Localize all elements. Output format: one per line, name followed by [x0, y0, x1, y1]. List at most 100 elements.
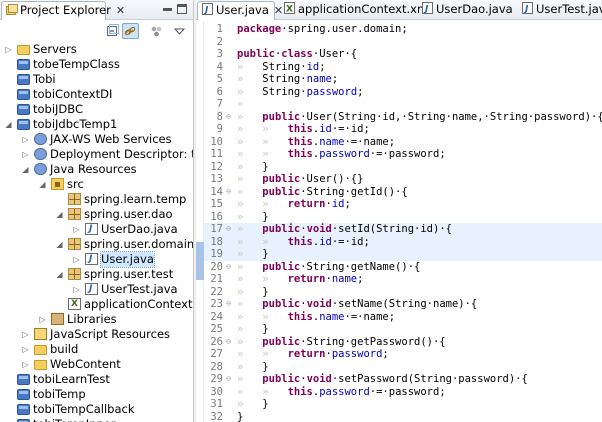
- tree-item[interactable]: tobiTemp: [0, 387, 193, 402]
- collapsed-twisty-icon[interactable]: ▷: [72, 252, 81, 267]
- tree-item[interactable]: ▷ Deployment Descriptor: tobiJdb: [0, 147, 193, 162]
- expanded-twisty-icon[interactable]: ◢: [55, 237, 64, 252]
- editor-left-ruler[interactable]: [196, 21, 204, 422]
- expanded-twisty-icon[interactable]: ◢: [55, 207, 64, 222]
- code-line[interactable]: 5 » String·name;: [204, 73, 602, 86]
- tree-item[interactable]: ◢ Java Resources: [0, 162, 193, 177]
- expanded-twisty-icon[interactable]: ◢: [38, 177, 47, 192]
- code-line[interactable]: 15 » » return·id;: [204, 198, 602, 211]
- tab-project-explorer[interactable]: Project Explorer ✕: [1, 1, 125, 20]
- code-line[interactable]: 10 » » this.name·=·name;: [204, 136, 602, 149]
- tab-usertest-java[interactable]: J UserTest.java: [518, 1, 602, 20]
- code-line[interactable]: 21 » » return·name;: [204, 273, 602, 286]
- code-line[interactable]: 1 package·spring.user.domain;: [204, 23, 602, 36]
- code-line[interactable]: 30 » » this.password·=·password;: [204, 386, 602, 399]
- tree-item[interactable]: ▷ Servers: [0, 42, 193, 57]
- code-line[interactable]: 12 » }: [204, 161, 602, 174]
- tree-item[interactable]: ◢ spring.user.test: [0, 267, 193, 282]
- tree-item[interactable]: ▷ UserTest.java: [0, 282, 193, 297]
- collapsed-twisty-icon[interactable]: ▷: [21, 147, 30, 162]
- fold-collapse-icon[interactable]: ⊖: [224, 186, 233, 199]
- view-menu-icon[interactable]: [171, 23, 188, 39]
- tree-item[interactable]: tobiLearnTest: [0, 372, 193, 387]
- tree-item[interactable]: tobiJDBC: [0, 102, 193, 117]
- code-line[interactable]: 6 » String·password;: [204, 86, 602, 99]
- code-line[interactable]: 2: [204, 36, 602, 49]
- tree-item[interactable]: ◢ src: [0, 177, 193, 192]
- code-line[interactable]: 14 ⊖ » public·String·getId()·{: [204, 186, 602, 199]
- tree-item[interactable]: tobiTempCallback: [0, 402, 193, 417]
- tree-item[interactable]: applicationContext.xml: [0, 297, 193, 312]
- tree-item[interactable]: ◢ spring.user.domain: [0, 237, 193, 252]
- code-line[interactable]: 17 ⊖ » public·void·setId(String·id)·{: [204, 223, 602, 236]
- collapsed-twisty-icon[interactable]: ▷: [21, 342, 30, 357]
- collapsed-twisty-icon[interactable]: ▷: [21, 327, 30, 342]
- code-line[interactable]: 4 » String·id;: [204, 61, 602, 74]
- fold-collapse-icon[interactable]: ⊖: [224, 298, 233, 311]
- tree-item[interactable]: ▷ JavaScript Resources: [0, 327, 193, 342]
- tree-item[interactable]: tobiContextDI: [0, 87, 193, 102]
- code-line[interactable]: 28 » }: [204, 361, 602, 374]
- expanded-twisty-icon[interactable]: ◢: [4, 117, 13, 132]
- code-line[interactable]: 32}: [204, 411, 602, 422]
- line-number: 25: [210, 323, 223, 335]
- code-line[interactable]: 23 ⊖ » public·void·setName(String·name)·{: [204, 298, 602, 311]
- code-line[interactable]: 8 ⊖ » public·User(String·id,·String·name,·…: [204, 111, 602, 124]
- fold-collapse-icon[interactable]: ⊖: [224, 223, 233, 236]
- code-area[interactable]: 1 package·spring.user.domain; 2 3 public·cla…: [204, 23, 602, 422]
- code-token: }: [262, 323, 269, 335]
- fold-collapse-icon[interactable]: ⊖: [224, 336, 233, 349]
- tab-application-context-xml[interactable]: X applicationContext.xml: [280, 1, 431, 20]
- fold-collapse-icon[interactable]: ⊖: [224, 373, 233, 386]
- tree-item[interactable]: ▷ UserDao.java: [0, 222, 193, 237]
- link-with-editor-icon[interactable]: [122, 23, 139, 39]
- expanded-twisty-icon[interactable]: ◢: [55, 267, 64, 282]
- code-line[interactable]: 11 » » this.password·=·password;: [204, 148, 602, 161]
- collapsed-twisty-icon[interactable]: ▷: [72, 282, 81, 297]
- tree-item[interactable]: spring.learn.temp: [0, 192, 193, 207]
- code-line[interactable]: 13 » public·User()·{}: [204, 173, 602, 186]
- code-line[interactable]: 25 » }: [204, 323, 602, 336]
- code-line[interactable]: 26 ⊖ » public·String·getPassword()·{: [204, 336, 602, 349]
- code-line[interactable]: 29 ⊖ » public·void·setPassword(String·pass…: [204, 373, 602, 386]
- tree-item[interactable]: tobeTempClass: [0, 57, 193, 72]
- collapsed-twisty-icon[interactable]: ▷: [21, 357, 30, 372]
- tree-item[interactable]: ▷ WebContent: [0, 357, 193, 372]
- code-token: ·String·getId()·{: [300, 185, 408, 198]
- code-line[interactable]: 3 public·class·User·{: [204, 48, 602, 61]
- code-keyword: public: [262, 335, 301, 348]
- fold-collapse-icon[interactable]: ⊖: [224, 261, 233, 274]
- tree-item[interactable]: ▷ Libraries: [0, 312, 193, 327]
- code-line[interactable]: 19 » }: [204, 248, 602, 261]
- close-icon[interactable]: ✕: [116, 2, 125, 19]
- code-line[interactable]: 16 » }: [204, 211, 602, 224]
- tree-item[interactable]: Tobi: [0, 72, 193, 87]
- collapsed-twisty-icon[interactable]: ▷: [21, 132, 30, 147]
- tree-item[interactable]: ▷ JAX-WS Web Services: [0, 132, 193, 147]
- code-text: » public·void·setName(String·name)·{: [237, 298, 477, 311]
- tree-item[interactable]: ◢ tobiJdbcTemp1: [0, 117, 193, 132]
- tree-item[interactable]: ▷ build: [0, 342, 193, 357]
- tree-item[interactable]: ▷ User.java: [0, 251, 193, 268]
- code-line[interactable]: 24 » » this.name·=·name;: [204, 311, 602, 324]
- expanded-twisty-icon[interactable]: ◢: [21, 162, 30, 177]
- minimize-icon[interactable]: [163, 8, 172, 11]
- maximize-icon[interactable]: [177, 4, 187, 14]
- tree-item[interactable]: tobiTempInner: [0, 417, 193, 422]
- collapse-all-icon[interactable]: [104, 23, 121, 39]
- tree-item[interactable]: ◢ spring.user.dao: [0, 207, 193, 222]
- collapsed-twisty-icon[interactable]: ▷: [4, 42, 13, 57]
- code-line[interactable]: 7»: [204, 98, 602, 111]
- tab-userdao-java[interactable]: J UserDao.java: [418, 1, 513, 20]
- filters-icon[interactable]: [148, 23, 165, 39]
- code-line[interactable]: 20 ⊖ » public·String·getName()·{: [204, 261, 602, 274]
- code-line[interactable]: 22 » }: [204, 286, 602, 299]
- code-line[interactable]: 18 » » this.id·=·id;: [204, 235, 602, 248]
- code-line[interactable]: 31 » }: [204, 398, 602, 411]
- collapsed-twisty-icon[interactable]: ▷: [72, 222, 81, 237]
- tab-user-java[interactable]: J User.java ✕: [197, 1, 283, 20]
- code-line[interactable]: 27 » » return·password;: [204, 348, 602, 361]
- collapsed-twisty-icon[interactable]: ▷: [38, 312, 47, 327]
- code-line[interactable]: 9 » » this.id·=·id;: [204, 123, 602, 136]
- fold-collapse-icon[interactable]: ⊖: [224, 111, 233, 124]
